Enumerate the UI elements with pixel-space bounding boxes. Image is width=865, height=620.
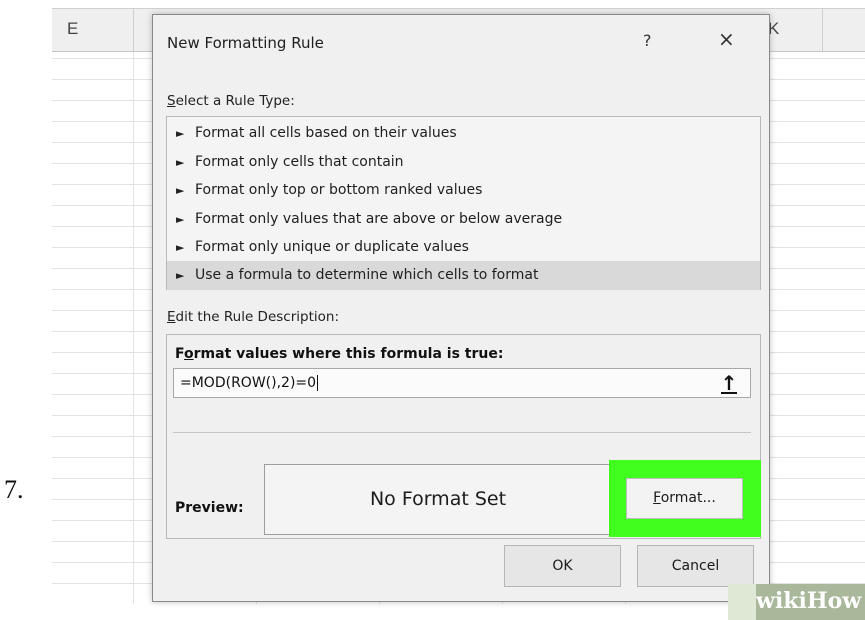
rule-description-panel: Format values where this formula is true… bbox=[166, 334, 761, 539]
formula-heading: Format values where this formula is true… bbox=[175, 346, 504, 362]
triangle-right-icon: ► bbox=[176, 241, 185, 254]
triangle-right-icon: ► bbox=[176, 156, 185, 169]
rule-type-item[interactable]: ► Format only values that are above or b… bbox=[167, 205, 760, 234]
formula-input[interactable]: =MOD(ROW(),2)=0 bbox=[173, 368, 751, 398]
wikihow-watermark: wikiHow bbox=[728, 584, 865, 620]
dialog-title: New Formatting Rule bbox=[167, 34, 324, 52]
formula-value: =MOD(ROW(),2)=0 bbox=[180, 375, 317, 391]
rule-type-list[interactable]: ► Format all cells based on their values… bbox=[166, 116, 761, 290]
column-separator bbox=[822, 9, 823, 51]
collapse-dialog-button[interactable]: ↑ bbox=[713, 370, 745, 396]
edit-rule-description-label: Edit the Rule Description: bbox=[167, 309, 339, 325]
rule-type-item[interactable]: ► Format only cells that contain bbox=[167, 148, 760, 177]
text-caret bbox=[317, 375, 319, 391]
format-button[interactable]: Format... bbox=[626, 478, 743, 519]
divider bbox=[173, 432, 751, 433]
triangle-right-icon: ► bbox=[176, 213, 185, 226]
triangle-right-icon: ► bbox=[176, 127, 185, 140]
preview-box: No Format Set bbox=[264, 464, 612, 535]
step-number: 7. bbox=[4, 475, 24, 504]
dialog-title-bar[interactable]: New Formatting Rule ? × bbox=[153, 15, 769, 75]
close-icon[interactable]: × bbox=[718, 27, 735, 51]
watermark-text: wikiHow bbox=[756, 588, 862, 614]
help-icon[interactable]: ? bbox=[643, 31, 652, 50]
column-separator bbox=[133, 9, 134, 51]
ok-button[interactable]: OK bbox=[504, 545, 621, 587]
new-formatting-rule-dialog: New Formatting Rule ? × Select a Rule Ty… bbox=[152, 14, 770, 602]
preview-label: Preview: bbox=[175, 500, 244, 516]
underline-bar bbox=[721, 392, 737, 394]
rule-type-item[interactable]: ► Format all cells based on their values bbox=[167, 119, 760, 148]
cancel-button[interactable]: Cancel bbox=[637, 545, 754, 587]
triangle-right-icon: ► bbox=[176, 269, 185, 282]
rule-type-item[interactable]: ► Format only top or bottom ranked value… bbox=[167, 176, 760, 205]
column-header-e[interactable]: E bbox=[67, 19, 78, 39]
triangle-right-icon: ► bbox=[176, 184, 185, 197]
rule-type-item-selected[interactable]: ► Use a formula to determine which cells… bbox=[167, 261, 760, 290]
select-rule-type-label: Select a Rule Type: bbox=[167, 93, 295, 109]
rule-type-item[interactable]: ► Format only unique or duplicate values bbox=[167, 233, 760, 262]
